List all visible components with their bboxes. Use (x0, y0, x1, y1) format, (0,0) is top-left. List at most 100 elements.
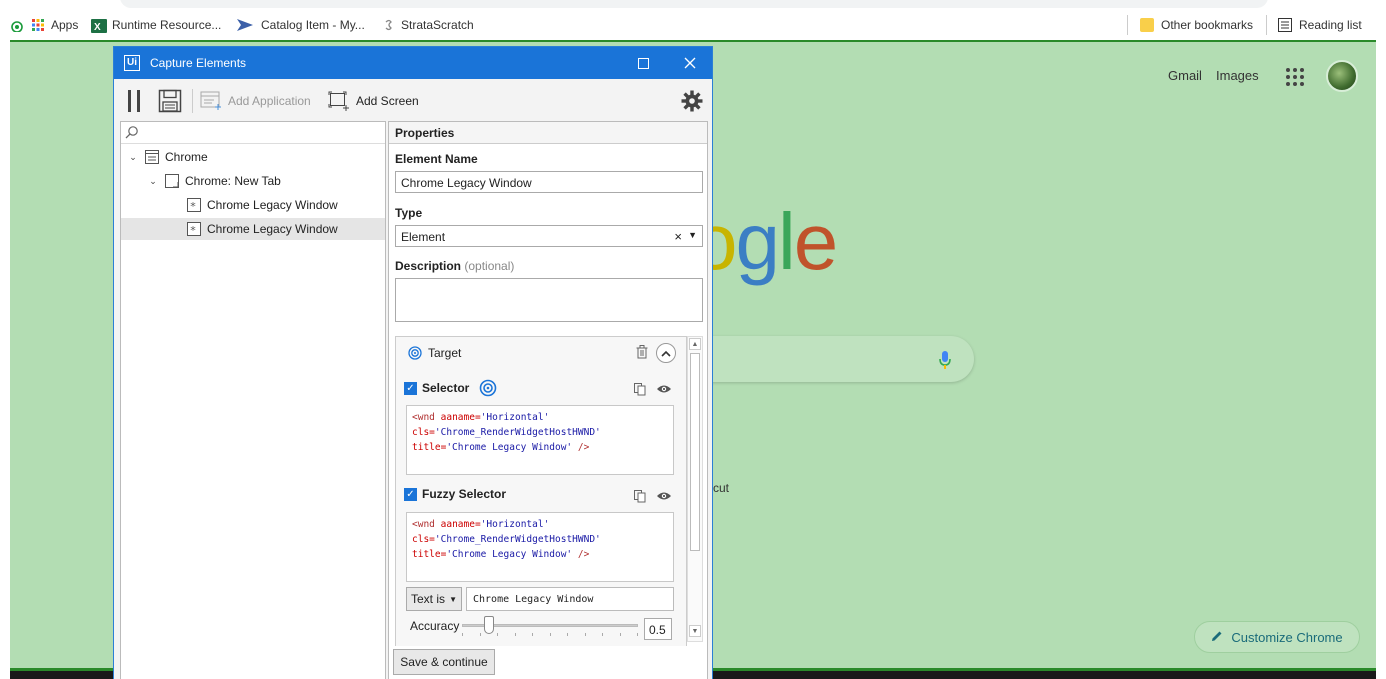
apps-label: Apps (51, 18, 79, 32)
toolbar-separator (192, 89, 193, 113)
selector-label: Selector (422, 381, 470, 395)
tree-node-label: Chrome: New Tab (185, 174, 281, 188)
add-application-label: Add Application (228, 94, 311, 108)
trash-icon[interactable] (636, 345, 648, 362)
dropdown-arrow-icon[interactable]: ▼ (688, 230, 697, 240)
folder-icon (1140, 18, 1154, 32)
element-name-input[interactable]: Chrome Legacy Window (395, 171, 703, 193)
fuzzy-selector-code[interactable]: <wnd aaname='Horizontal' cls='Chrome_Ren… (406, 512, 674, 582)
code-val: 'Chrome Legacy Window' (446, 549, 573, 560)
element-icon: * (187, 222, 201, 237)
add-application-button[interactable]: Add Application (200, 91, 311, 111)
target-icon (408, 346, 422, 360)
scroll-up-icon[interactable]: ▲ (689, 338, 701, 350)
tree-node-chrome[interactable]: ⌄ Chrome (121, 146, 385, 168)
close-button[interactable] (667, 47, 712, 79)
other-bookmarks[interactable]: Other bookmarks (1140, 17, 1253, 33)
code-val: 'Chrome_RenderWidgetHostHWND' (434, 427, 601, 438)
accuracy-slider-thumb[interactable] (484, 616, 494, 634)
bookmark-catalog-item[interactable]: Catalog Item - My... (236, 17, 365, 33)
eye-icon[interactable] (656, 383, 672, 399)
tree-node-chrome-legacy-window-selected[interactable]: * Chrome Legacy Window (121, 218, 385, 240)
dialog-toolbar: Add Application Add Screen (114, 79, 712, 121)
tree-search-input[interactable] (121, 122, 385, 144)
logo-letter: l (778, 197, 796, 286)
bookmark-separator (1266, 15, 1267, 35)
target-label: Target (428, 346, 462, 360)
code-val: 'Horizontal' (480, 412, 550, 423)
tree-node-chrome-new-tab[interactable]: ⌄ Chrome: New Tab (121, 170, 385, 192)
customize-chrome-button[interactable]: Customize Chrome (1194, 621, 1360, 653)
uipath-logo-icon: Ui (124, 55, 140, 71)
customize-label: Customize Chrome (1231, 629, 1343, 645)
dialog-title: Capture Elements (150, 56, 247, 70)
add-screen-label: Add Screen (356, 94, 419, 108)
stratascratch-icon (384, 18, 394, 32)
omnibox[interactable] (120, 0, 1268, 8)
accuracy-label: Accuracy (410, 619, 460, 633)
copy-icon[interactable] (634, 490, 646, 506)
code-attr: title= (412, 442, 447, 453)
element-name-label: Element Name (395, 152, 478, 166)
bookmark-stratascratch[interactable]: StrataScratch (384, 17, 474, 33)
selector-row: ✓ Selector (404, 379, 497, 397)
target-scrollbar[interactable]: ▲ ▼ (687, 336, 703, 642)
description-input[interactable] (395, 278, 703, 322)
fuzzy-selector-row: ✓ Fuzzy Selector (404, 487, 506, 501)
code-attr: cls= (412, 427, 435, 438)
description-label-text: Description (395, 259, 462, 273)
target-section: Target ✓ Selector <wnd aaname='Horizonta… (395, 336, 687, 646)
fuzzy-selector-label: Fuzzy Selector (422, 487, 507, 501)
maximize-button[interactable] (621, 47, 666, 79)
collapse-button[interactable] (656, 343, 676, 363)
bookmark-runtime-resource[interactable]: X Runtime Resource... (91, 17, 221, 33)
gmail-link[interactable]: Gmail (1168, 68, 1202, 83)
apps-grid-icon (10, 18, 24, 33)
selector-checkbox[interactable]: ✓ (404, 381, 417, 395)
scrollbar-thumb[interactable] (690, 353, 700, 551)
logo-letter: g (735, 197, 780, 286)
google-logo: ogle (693, 202, 838, 282)
target-icon[interactable] (479, 379, 497, 397)
images-link[interactable]: Images (1216, 68, 1259, 83)
text-match-input[interactable]: Chrome Legacy Window (466, 587, 674, 611)
chevron-down-icon[interactable]: ⌄ (127, 152, 139, 163)
fuzzy-selector-checkbox[interactable]: ✓ (404, 487, 417, 501)
selector-code[interactable]: <wnd aaname='Horizontal' cls='Chrome_Ren… (406, 405, 674, 475)
reading-list[interactable]: Reading list (1278, 17, 1362, 33)
dialog-titlebar[interactable]: Ui Capture Elements (114, 47, 712, 79)
chevron-down-icon[interactable]: ⌄ (147, 176, 159, 187)
reading-list-label: Reading list (1299, 18, 1362, 32)
type-label: Type (395, 206, 423, 220)
microphone-icon[interactable] (938, 349, 952, 371)
clear-icon[interactable]: × (674, 229, 682, 244)
eye-icon[interactable] (656, 490, 672, 506)
reading-list-icon (1278, 18, 1292, 32)
add-screen-button[interactable]: Add Screen (328, 91, 419, 111)
scroll-down-icon[interactable]: ▼ (689, 625, 701, 637)
pause-button[interactable] (126, 89, 142, 113)
accuracy-input[interactable]: 0.5 (644, 618, 672, 640)
settings-button[interactable] (681, 90, 703, 112)
code-attr: title= (412, 549, 447, 560)
copy-icon[interactable] (634, 383, 646, 399)
pencil-icon (1211, 630, 1223, 645)
google-apps-icon[interactable] (1286, 68, 1304, 86)
bookmark-label: Catalog Item - My... (261, 18, 365, 32)
element-tree: ⌄ Chrome ⌄ Chrome: New Tab * Chrome Lega… (120, 121, 386, 679)
tree-node-chrome-legacy-window[interactable]: * Chrome Legacy Window (121, 194, 385, 216)
add-screen-icon (328, 91, 349, 111)
tree-node-label: Chrome Legacy Window (207, 198, 338, 212)
save-continue-button[interactable]: Save & continue (393, 649, 495, 675)
gear-icon (681, 90, 703, 112)
save-capture-button[interactable] (158, 89, 182, 113)
code-val: 'Horizontal' (480, 519, 550, 530)
properties-header: Properties (389, 122, 707, 144)
type-select[interactable]: Element × ▼ (395, 225, 703, 247)
element-icon: * (187, 198, 201, 213)
code-tag: <wnd (412, 519, 435, 530)
avatar[interactable] (1326, 60, 1358, 92)
text-match-select[interactable]: Text is ▼ (406, 587, 462, 611)
code-tag: <wnd (412, 412, 435, 423)
apps-bookmark[interactable]: Apps (10, 17, 78, 33)
